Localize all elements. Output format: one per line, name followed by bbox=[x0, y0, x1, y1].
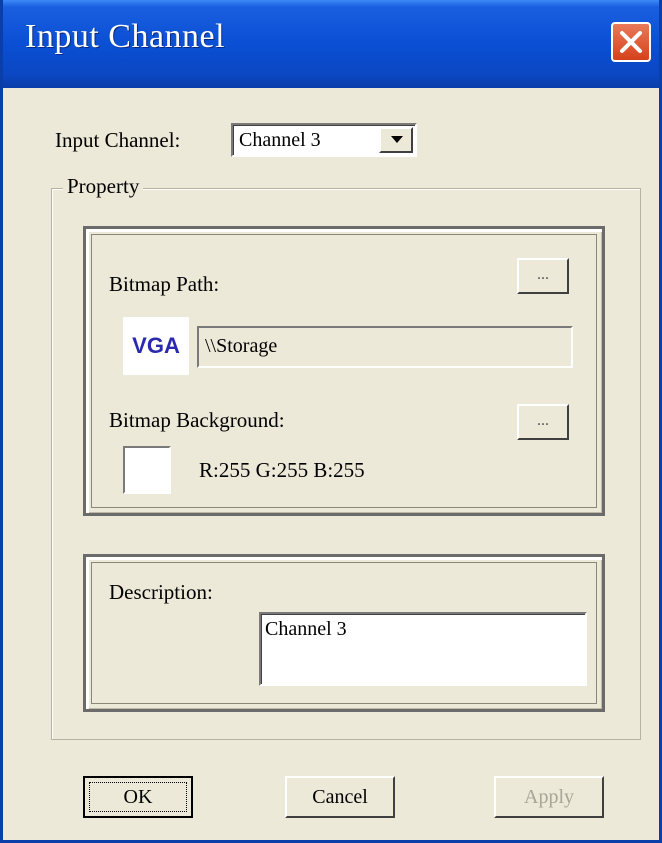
input-channel-label: Input Channel: bbox=[55, 128, 181, 152]
close-icon bbox=[620, 31, 642, 53]
bitmap-path-field: \\Storage bbox=[197, 326, 573, 368]
window-title: Input Channel bbox=[25, 18, 226, 55]
background-color-swatch[interactable] bbox=[123, 446, 171, 494]
apply-button-label: Apply bbox=[524, 786, 574, 808]
background-rgb-text: R:255 G:255 B:255 bbox=[199, 458, 365, 482]
description-textarea[interactable]: Channel 3 bbox=[259, 612, 587, 686]
dropdown-button[interactable] bbox=[379, 127, 413, 153]
bitmap-path-value: \\Storage bbox=[205, 335, 278, 357]
cancel-button[interactable]: Cancel bbox=[285, 776, 395, 818]
bitmap-background-label: Bitmap Background: bbox=[109, 408, 285, 432]
description-label: Description: bbox=[109, 580, 213, 604]
close-button[interactable] bbox=[611, 22, 651, 62]
input-channel-select[interactable]: Channel 3 bbox=[231, 123, 417, 157]
property-legend: Property bbox=[63, 174, 144, 199]
chevron-down-icon bbox=[391, 136, 403, 143]
input-channel-dialog: Input Channel Input Channel: Channel 3 P… bbox=[0, 0, 662, 843]
description-value: Channel 3 bbox=[265, 618, 347, 640]
input-channel-value: Channel 3 bbox=[239, 129, 321, 151]
ok-button-label: OK bbox=[123, 786, 153, 808]
ok-button[interactable]: OK bbox=[83, 776, 193, 818]
title-bar[interactable]: Input Channel bbox=[3, 0, 659, 88]
bitmap-path-label: Bitmap Path: bbox=[109, 272, 220, 296]
bitmap-background-browse-button[interactable]: ... bbox=[517, 404, 569, 440]
vga-preview-image: VGA bbox=[123, 317, 189, 375]
cancel-button-label: Cancel bbox=[312, 786, 368, 808]
apply-button[interactable]: Apply bbox=[494, 776, 604, 818]
bitmap-path-browse-button[interactable]: ... bbox=[517, 258, 569, 294]
